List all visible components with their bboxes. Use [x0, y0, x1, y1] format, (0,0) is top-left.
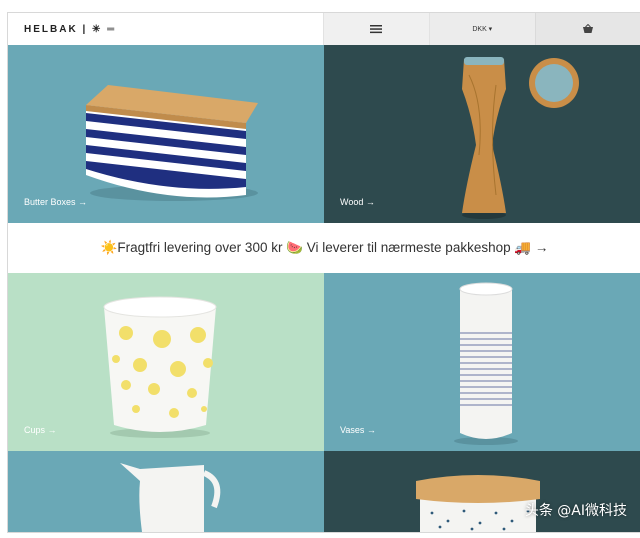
- tile-label-wood: Wood →: [340, 197, 375, 207]
- jug-image: [8, 451, 324, 532]
- category-tile-butter-boxes[interactable]: Butter Boxes →: [8, 45, 324, 223]
- shipping-banner-text: ☀️Fragtfri levering over 300 kr 🍉 Vi lev…: [100, 240, 549, 255]
- brand-logo[interactable]: HELBAK | ✳ ═: [8, 13, 323, 45]
- menu-button[interactable]: [322, 13, 430, 45]
- cart-button[interactable]: [534, 13, 640, 45]
- shipping-banner[interactable]: ☀️Fragtfri levering over 300 kr 🍉 Vi lev…: [8, 223, 640, 273]
- currency-selector[interactable]: DKK ▾: [429, 13, 535, 45]
- watermark: 头条 @AI微科技: [524, 503, 627, 519]
- category-tile-cups[interactable]: Cups →: [8, 273, 324, 451]
- tile-label-butter-boxes: Butter Boxes →: [24, 197, 88, 207]
- brand-text: HELBAK | ✳ ═: [24, 23, 117, 35]
- basket-icon: [583, 24, 594, 33]
- category-tile-wood[interactable]: Wood →: [324, 45, 640, 223]
- category-tile-jug[interactable]: [8, 451, 324, 532]
- hamburger-icon: [370, 25, 383, 34]
- category-tile-vases[interactable]: Vases →: [324, 273, 640, 451]
- site-header: HELBAK | ✳ ═ DKK ▾: [8, 13, 640, 45]
- tile-label-vases: Vases →: [340, 425, 376, 435]
- page-frame: HELBAK | ✳ ═ DKK ▾ Butter Boxes → Wood →…: [7, 12, 640, 533]
- tile-label-cups: Cups →: [24, 425, 57, 435]
- currency-label: DKK ▾: [472, 26, 493, 33]
